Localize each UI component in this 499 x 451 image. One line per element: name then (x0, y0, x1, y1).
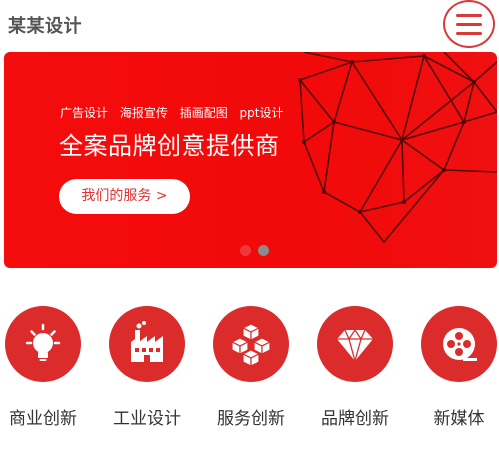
category-label: 商业创新 (9, 409, 77, 429)
film-reel-icon (421, 306, 497, 382)
category-item-service[interactable]: 服务创新 (213, 306, 291, 451)
category-label: 品牌创新 (321, 409, 389, 429)
site-logo[interactable]: 某某设计 (8, 12, 82, 38)
banner-headline: 全案品牌创意提供商 (59, 132, 280, 160)
tag-item: 插画配图 (179, 106, 228, 120)
category-label: 新媒体 (433, 409, 485, 429)
diamond-icon (317, 306, 393, 382)
tag-item: 海报宣传 (119, 106, 168, 120)
category-item-brand[interactable]: 品牌创新 (317, 306, 395, 451)
category-label: 工业设计 (113, 409, 181, 429)
carousel-dot[interactable] (240, 245, 251, 256)
hamburger-menu-icon[interactable] (443, 0, 495, 48)
tag-item: ppt设计 (239, 106, 284, 120)
factory-icon (109, 306, 185, 382)
lightbulb-icon (5, 306, 81, 382)
menu-bar (456, 14, 482, 17)
cubes-icon (213, 306, 289, 382)
category-label: 服务创新 (217, 409, 285, 429)
menu-bar (456, 23, 482, 26)
category-item-new-media[interactable]: 新媒体 (421, 306, 499, 451)
category-item-business[interactable]: 商业创新 (5, 306, 83, 451)
menu-bar (456, 32, 482, 35)
hero-banner[interactable]: 广告设计 海报宣传 插画配图 ppt设计 全案品牌创意提供商 我们的服务 > (4, 52, 497, 268)
category-item-industrial[interactable]: 工业设计 (109, 306, 187, 451)
carousel-dot-active[interactable] (258, 245, 269, 256)
service-tags: 广告设计 海报宣传 插画配图 ppt设计 (60, 104, 291, 121)
our-services-button[interactable]: 我们的服务 > (59, 179, 190, 214)
top-header: 某某设计 (0, 0, 499, 48)
tag-item: 广告设计 (60, 106, 109, 120)
